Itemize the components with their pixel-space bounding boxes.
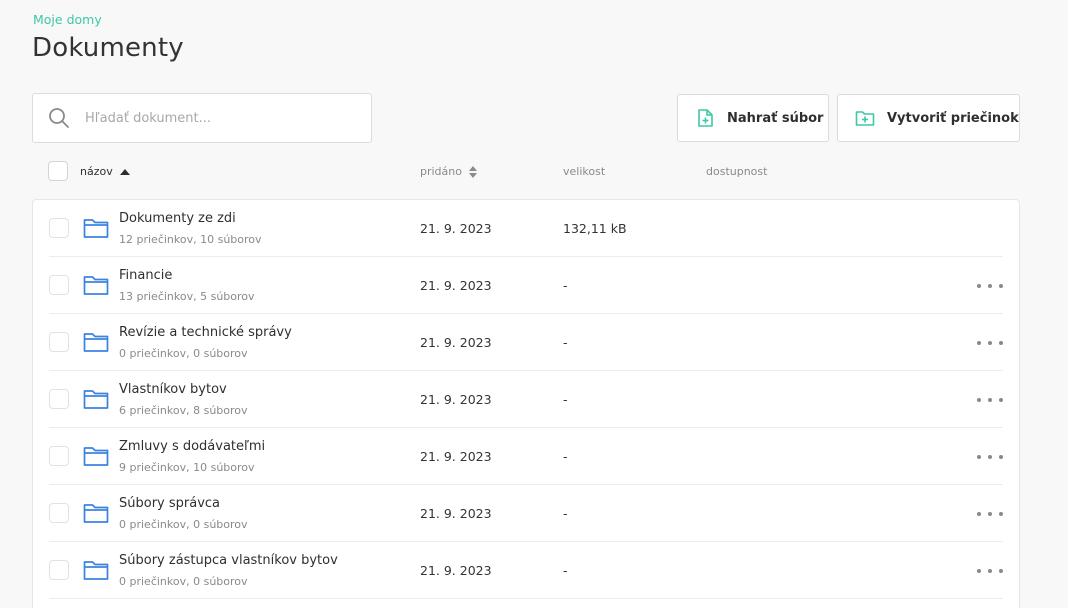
more-options-icon[interactable] [977, 511, 1003, 517]
column-header-name-label: názov [80, 165, 113, 178]
search-input[interactable] [85, 110, 345, 126]
more-options-icon[interactable] [977, 454, 1003, 460]
table-row[interactable]: Súbory správca 0 priečinkov, 0 súborov 21.… [33, 485, 1019, 542]
column-header-name[interactable]: názov [80, 165, 130, 178]
row-date: 21. 9. 2023 [420, 563, 492, 578]
documents-table: Dokumenty ze zdi 12 priečinkov, 10 súboro… [32, 199, 1020, 608]
row-meta: 0 priečinkov, 0 súborov [119, 518, 248, 531]
row-name[interactable]: Zmluvy s dodávateľmi [119, 439, 265, 454]
row-meta: 0 priečinkov, 0 súborov [119, 575, 248, 588]
row-date: 21. 9. 2023 [420, 335, 492, 350]
row-meta: 12 priečinkov, 10 súborov [119, 233, 262, 246]
row-name[interactable]: Vlastníkov bytov [119, 382, 227, 397]
row-meta: 6 priečinkov, 8 súborov [119, 404, 248, 417]
row-checkbox[interactable] [49, 446, 69, 466]
search-icon [48, 107, 70, 129]
row-divider [49, 598, 1003, 599]
row-size: - [563, 449, 568, 464]
table-row[interactable]: Vlastníkov bytov 6 priečinkov, 8 súborov 2… [33, 371, 1019, 428]
file-add-icon [695, 108, 715, 128]
create-folder-button[interactable]: Vytvoriť priečinok [837, 94, 1020, 142]
row-date: 21. 9. 2023 [420, 506, 492, 521]
row-checkbox[interactable] [49, 218, 69, 238]
column-header-availability: dostupnost [706, 165, 768, 178]
row-size: - [563, 392, 568, 407]
folder-icon [83, 274, 109, 296]
search-box[interactable] [32, 93, 372, 143]
row-checkbox[interactable] [49, 503, 69, 523]
folder-icon [83, 217, 109, 239]
page-title: Dokumenty [32, 33, 184, 63]
more-options-icon[interactable] [977, 340, 1003, 346]
row-name[interactable]: Dokumenty ze zdi [119, 211, 236, 226]
folder-icon [83, 388, 109, 410]
table-row[interactable]: Revízie a technické správy 0 priečinkov, … [33, 314, 1019, 371]
row-name[interactable]: Súbory zástupca vlastníkov bytov [119, 553, 338, 568]
row-size: 132,11 kB [563, 221, 627, 236]
row-meta: 9 priečinkov, 10 súborov [119, 461, 255, 474]
row-checkbox[interactable] [49, 275, 69, 295]
folder-icon [83, 559, 109, 581]
row-checkbox[interactable] [49, 389, 69, 409]
table-row[interactable]: Dokumenty ze zdi 12 priečinkov, 10 súboro… [33, 200, 1019, 257]
select-all-checkbox[interactable] [48, 161, 68, 181]
row-size: - [563, 335, 568, 350]
row-size: - [563, 563, 568, 578]
folder-icon [83, 445, 109, 467]
row-size: - [563, 278, 568, 293]
breadcrumb-moje-domy[interactable]: Moje domy [33, 12, 102, 27]
row-checkbox[interactable] [49, 560, 69, 580]
more-options-icon[interactable] [977, 568, 1003, 574]
table-header: názov pridáno velikost dostupnost [32, 160, 1020, 184]
row-meta: 0 priečinkov, 0 súborov [119, 347, 248, 360]
upload-file-button[interactable]: Nahrať súbor [677, 94, 829, 142]
folder-icon [83, 502, 109, 524]
row-size: - [563, 506, 568, 521]
row-name[interactable]: Financie [119, 268, 172, 283]
upload-file-label: Nahrať súbor [727, 110, 824, 126]
column-header-size: velikost [563, 165, 606, 178]
table-row[interactable]: Súbory zástupca vlastníkov bytov 0 prieči… [33, 542, 1019, 599]
row-date: 21. 9. 2023 [420, 449, 492, 464]
more-options-icon[interactable] [977, 397, 1003, 403]
row-date: 21. 9. 2023 [420, 221, 492, 236]
column-header-added[interactable]: pridáno [420, 165, 477, 178]
row-checkbox[interactable] [49, 332, 69, 352]
row-date: 21. 9. 2023 [420, 278, 492, 293]
row-date: 21. 9. 2023 [420, 392, 492, 407]
create-folder-label: Vytvoriť priečinok [887, 110, 1019, 126]
table-row[interactable]: Financie 13 priečinkov, 5 súborov 21. 9. 2… [33, 257, 1019, 314]
folder-add-icon [855, 108, 875, 128]
row-name[interactable]: Súbory správca [119, 496, 220, 511]
row-meta: 13 priečinkov, 5 súborov [119, 290, 255, 303]
row-name[interactable]: Revízie a technické správy [119, 325, 292, 340]
folder-icon [83, 331, 109, 353]
column-header-added-label: pridáno [420, 165, 462, 178]
sort-ascending-icon [119, 168, 130, 175]
sort-icon [469, 165, 477, 178]
more-options-icon[interactable] [977, 283, 1003, 289]
table-row[interactable]: Zmluvy s dodávateľmi 9 priečinkov, 10 súb… [33, 428, 1019, 485]
